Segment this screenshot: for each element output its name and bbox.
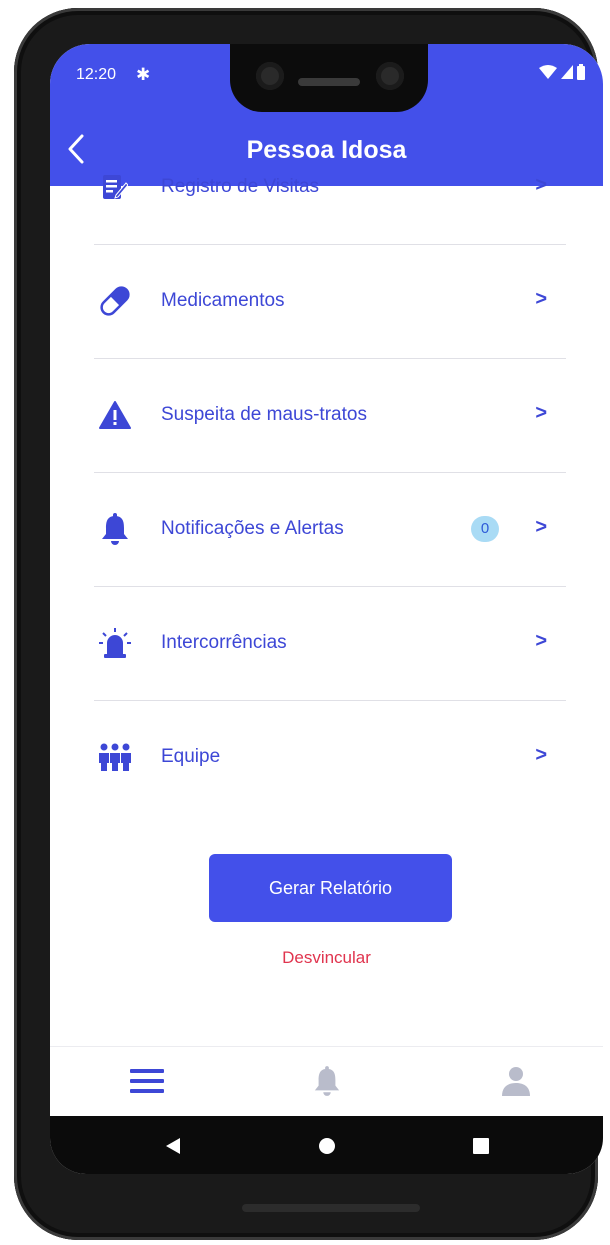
square-recents-icon — [473, 1138, 489, 1154]
tab-notifications[interactable] — [305, 1061, 349, 1101]
nav-recents-button[interactable] — [466, 1132, 496, 1160]
warning-icon — [95, 358, 135, 472]
siren-icon — [95, 586, 135, 700]
menu-icon — [130, 1069, 164, 1093]
triangle-back-icon — [166, 1138, 180, 1154]
tab-menu[interactable] — [125, 1061, 169, 1101]
bottom-tab-bar — [50, 1046, 603, 1111]
menu-item-registro-visitas[interactable]: Registro de Visitas > — [95, 130, 567, 244]
bell-icon — [95, 472, 135, 586]
battery-icon — [577, 64, 585, 80]
bell-icon — [314, 1066, 340, 1096]
menu-item-label: Registro de Visitas — [161, 176, 320, 197]
notification-count-badge: 0 — [471, 516, 499, 542]
chevron-right-icon: > — [535, 744, 547, 766]
menu-item-equipe[interactable]: Equipe > — [95, 700, 567, 814]
status-icons — [539, 64, 585, 80]
bottom-speaker-grill — [242, 1204, 420, 1212]
front-camera — [256, 62, 284, 90]
menu-item-medicamentos[interactable]: Medicamentos > — [95, 244, 567, 358]
menu-item-label: Notificações e Alertas — [161, 518, 344, 539]
chevron-right-icon: > — [535, 288, 547, 310]
chevron-right-icon: > — [535, 174, 547, 196]
screen: 12:20 ✱ Pessoa Idosa Registro de Visitas… — [50, 44, 603, 1174]
status-time: 12:20 — [76, 66, 117, 83]
signal-icon — [561, 65, 573, 79]
chevron-right-icon: > — [535, 402, 547, 424]
team-icon — [95, 700, 135, 814]
pill-icon — [95, 244, 135, 358]
menu-item-label: Equipe — [161, 746, 221, 767]
chevron-right-icon: > — [535, 516, 547, 538]
status-bar: 12:20 ✱ — [50, 44, 603, 122]
nav-home-button[interactable] — [312, 1132, 342, 1160]
menu-item-notificacoes-alertas[interactable]: Notificações e Alertas 0 > — [95, 472, 567, 586]
clipboard-edit-icon — [95, 130, 135, 244]
circle-home-icon — [319, 1138, 335, 1154]
menu-item-intercorrencias[interactable]: Intercorrências > — [95, 586, 567, 700]
menu-item-label: Intercorrências — [161, 632, 287, 653]
user-icon — [502, 1067, 530, 1096]
wifi-icon — [539, 65, 557, 79]
android-nav-bar — [50, 1116, 603, 1174]
phone-frame: 12:20 ✱ Pessoa Idosa Registro de Visitas… — [14, 8, 603, 1240]
menu-item-label: Medicamentos — [161, 290, 285, 311]
camera-notch — [230, 44, 428, 112]
tab-profile[interactable] — [494, 1061, 538, 1101]
earpiece-speaker — [298, 78, 360, 86]
menu-item-suspeita-maus-tratos[interactable]: Suspeita de maus-tratos > — [95, 358, 567, 472]
menu-item-label: Suspeita de maus-tratos — [161, 404, 367, 425]
generate-report-button[interactable]: Gerar Relatório — [209, 854, 452, 922]
nav-back-button[interactable] — [158, 1132, 188, 1160]
gear-icon: ✱ — [136, 65, 151, 84]
unlink-button[interactable]: Desvincular — [50, 948, 603, 968]
chevron-right-icon: > — [535, 630, 547, 652]
front-camera-2 — [376, 62, 404, 90]
